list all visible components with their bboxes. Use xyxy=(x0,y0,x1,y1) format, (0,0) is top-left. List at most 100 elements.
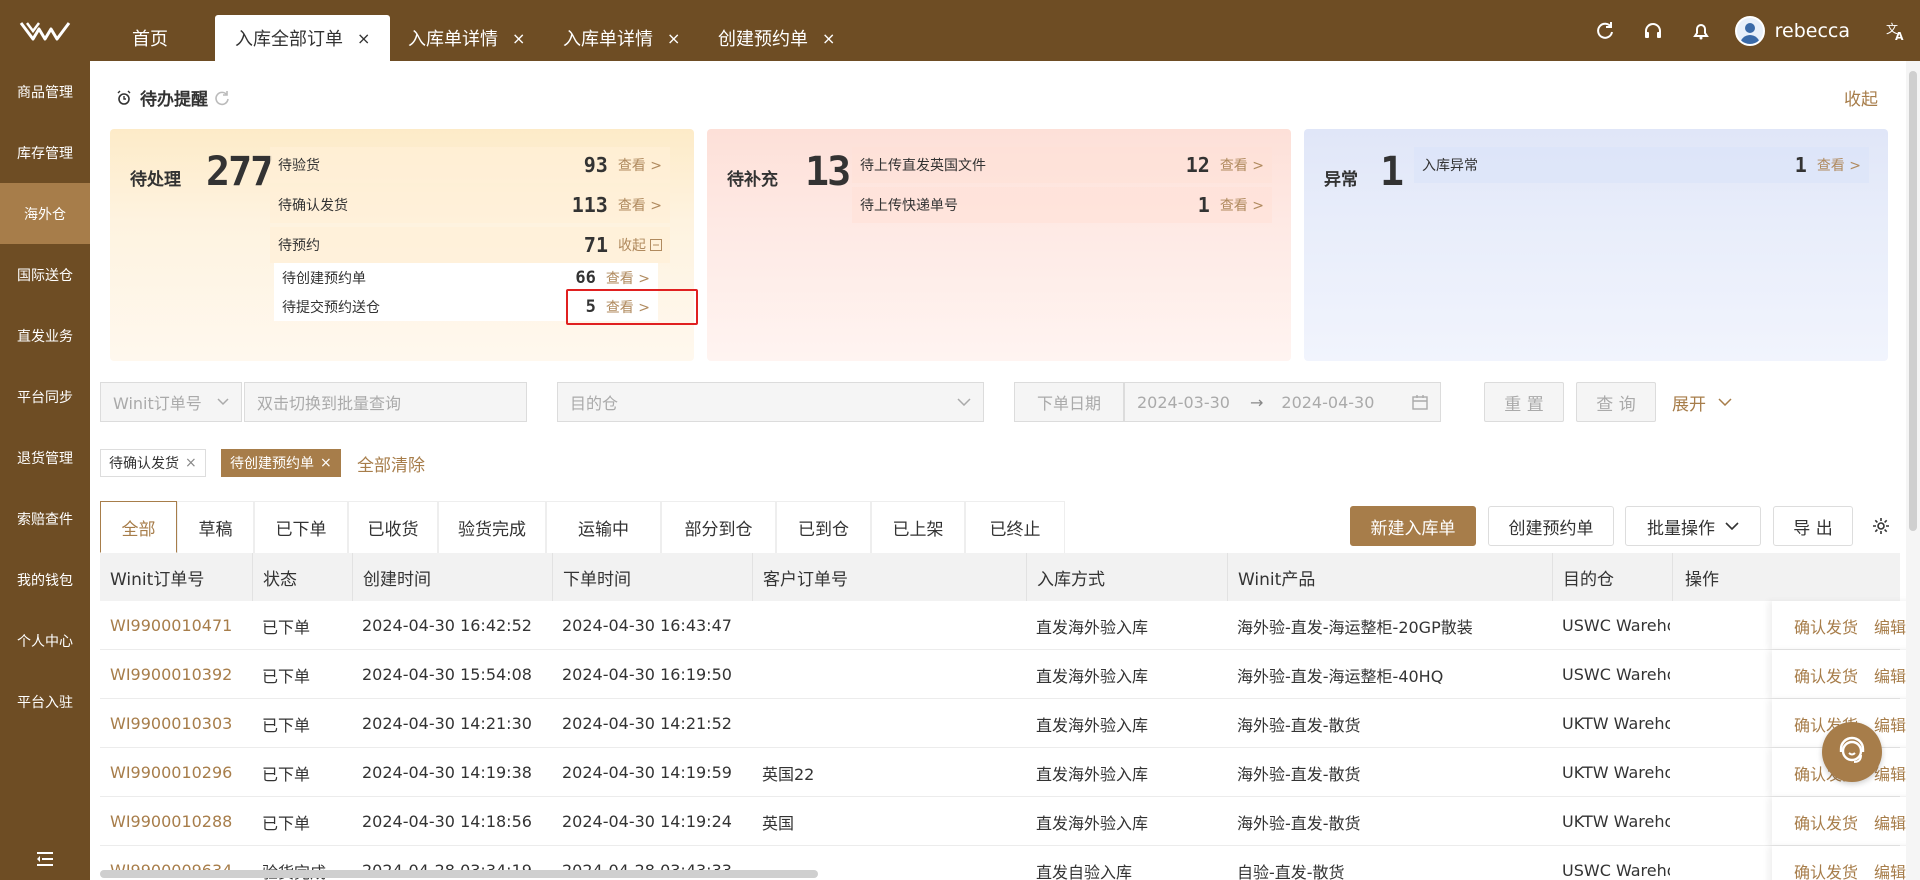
filter-tag-create-booking[interactable]: 待创建预约单 × xyxy=(221,449,341,477)
tab-0[interactable]: 首页 xyxy=(112,15,188,61)
reset-button[interactable]: 重 置 xyxy=(1484,382,1564,422)
row-count: 113 xyxy=(571,193,608,217)
view-link[interactable]: 查看 > xyxy=(1817,155,1861,175)
batch-query-input[interactable]: 双击切换到批量查询 xyxy=(244,382,527,422)
sidebar-item-8[interactable]: 我的钱包 xyxy=(0,549,90,610)
status-tab-3[interactable]: 已收货 xyxy=(348,501,438,553)
view-link[interactable]: 查看 > xyxy=(1220,195,1264,215)
translate-icon[interactable]: 文A xyxy=(1872,0,1920,61)
date-from[interactable]: 2024-03-30 xyxy=(1137,393,1230,412)
menu-collapse-icon[interactable] xyxy=(0,852,90,866)
logo-icon[interactable] xyxy=(0,0,90,61)
query-button[interactable]: 查 询 xyxy=(1576,382,1656,422)
top-bar: 首页 入库全部订单 × 入库单详情 × 入库单详情 × 创建预约单 × rebecca 文A xyxy=(0,0,1920,61)
refresh-icon[interactable] xyxy=(1581,0,1629,61)
edit-link[interactable]: 编辑 xyxy=(1874,650,1906,699)
table-row[interactable]: WI9900010288 已下单 2024-04-30 14:18:56 2024-0… xyxy=(100,797,1920,846)
view-link[interactable]: 查看 > xyxy=(618,155,662,175)
sidebar-item-7[interactable]: 索赔查件 xyxy=(0,488,90,549)
sidebar-item-2[interactable]: 海外仓 xyxy=(0,183,90,244)
view-link[interactable]: 查看 > xyxy=(618,195,662,215)
status-tab-6[interactable]: 部分到仓 xyxy=(661,501,776,553)
user-name[interactable]: rebecca xyxy=(1775,20,1850,42)
close-icon[interactable]: × xyxy=(667,29,680,48)
todo-row-booking[interactable]: 待预约 71 收起 xyxy=(270,227,670,263)
new-inbound-button[interactable]: 新建入库单 xyxy=(1350,506,1476,546)
todo-row-inspect[interactable]: 待验货 93 查看 > xyxy=(270,147,670,183)
status-tab-9[interactable]: 已终止 xyxy=(965,501,1065,553)
status-tab-7[interactable]: 已到仓 xyxy=(776,501,871,553)
tab-2[interactable]: 入库单详情 × xyxy=(388,15,545,61)
todo-row-tracking[interactable]: 待上传快递单号 1 查看 > xyxy=(852,187,1272,223)
cell-id[interactable]: WI9900010288 xyxy=(110,797,232,846)
table-row[interactable]: WI9900010296 已下单 2024-04-30 14:19:38 2024-0… xyxy=(100,748,1920,797)
confirm-ship-link[interactable]: 确认发货 xyxy=(1794,846,1858,880)
cell-product: 海外验-直发-海运整柜-40HQ xyxy=(1237,666,1444,686)
close-icon[interactable]: × xyxy=(185,455,197,471)
refresh-icon[interactable] xyxy=(214,90,230,106)
close-icon[interactable]: × xyxy=(512,29,525,48)
vertical-scrollbar[interactable] xyxy=(1906,61,1920,880)
sidebar-item-5[interactable]: 平台同步 xyxy=(0,366,90,427)
export-button[interactable]: 导 出 xyxy=(1773,506,1853,546)
sidebar-item-3[interactable]: 国际送仓 xyxy=(0,244,90,305)
warehouse-select[interactable]: 目的仓 xyxy=(557,382,984,422)
status-tab-0[interactable]: 全部 xyxy=(100,501,177,553)
customer-service-icon[interactable] xyxy=(1822,722,1882,782)
cell-id[interactable]: WI9900010303 xyxy=(110,699,232,748)
create-booking-button[interactable]: 创建预约单 xyxy=(1488,506,1614,546)
tab-4[interactable]: 创建预约单 × xyxy=(698,15,855,61)
todo-row-confirm[interactable]: 待确认发货 113 查看 > xyxy=(270,187,670,223)
status-tab-4[interactable]: 验货完成 xyxy=(438,501,546,553)
date-to[interactable]: 2024-04-30 xyxy=(1281,393,1374,412)
headset-icon[interactable] xyxy=(1629,0,1677,61)
filter-tag-confirm[interactable]: 待确认发货 × xyxy=(100,449,206,477)
todo-row-uk-files[interactable]: 待上传直发英国文件 12 查看 > xyxy=(852,147,1272,183)
calendar-icon[interactable] xyxy=(1412,394,1428,410)
status-tab-1[interactable]: 草稿 xyxy=(177,501,254,553)
sidebar-item-1[interactable]: 库存管理 xyxy=(0,122,90,183)
confirm-ship-link[interactable]: 确认发货 xyxy=(1794,797,1858,846)
sidebar-item-9[interactable]: 个人中心 xyxy=(0,610,90,671)
tab-1[interactable]: 入库全部订单 × xyxy=(215,15,391,61)
table-row[interactable]: WI9900010471 已下单 2024-04-30 16:42:52 2024-0… xyxy=(100,601,1920,650)
sidebar-item-10[interactable]: 平台入驻 xyxy=(0,671,90,732)
cell-id[interactable]: WI9900010296 xyxy=(110,748,232,797)
close-icon[interactable]: × xyxy=(320,455,332,471)
batch-ops-dropdown[interactable]: 批量操作 xyxy=(1625,506,1761,546)
gear-icon[interactable] xyxy=(1868,506,1894,546)
status-tab-2[interactable]: 已下单 xyxy=(254,501,348,553)
todo-collapse-link[interactable]: 收起 xyxy=(1844,85,1878,110)
cell-id[interactable]: WI9900010471 xyxy=(110,601,232,650)
status-tab-8[interactable]: 已上架 xyxy=(871,501,965,553)
horizontal-scrollbar[interactable] xyxy=(100,870,818,878)
minus-square-icon[interactable] xyxy=(650,239,662,251)
table-row[interactable]: WI9900010303 已下单 2024-04-30 14:21:30 2024-0… xyxy=(100,699,1920,748)
sidebar-item-4[interactable]: 直发业务 xyxy=(0,305,90,366)
cell-id[interactable]: WI9900010392 xyxy=(110,650,232,699)
bell-icon[interactable] xyxy=(1677,0,1725,61)
todo-row-exception[interactable]: 入库异常 1 查看 > xyxy=(1414,147,1869,183)
status-tab-5[interactable]: 运输中 xyxy=(546,501,661,553)
view-link[interactable]: 查看 > xyxy=(606,268,650,288)
close-icon[interactable]: × xyxy=(822,29,835,48)
sidebar-item-0[interactable]: 商品管理 xyxy=(0,61,90,122)
view-link[interactable]: 查看 > xyxy=(1220,155,1264,175)
tab-3[interactable]: 入库单详情 × xyxy=(543,15,700,61)
close-icon[interactable]: × xyxy=(357,29,370,48)
edit-link[interactable]: 编辑 xyxy=(1874,601,1906,650)
clear-all-link[interactable]: 全部清除 xyxy=(357,449,425,477)
collapse-link[interactable]: 收起 xyxy=(618,235,646,255)
edit-link[interactable]: 编辑 xyxy=(1874,797,1906,846)
avatar[interactable] xyxy=(1734,15,1765,46)
order-type-select[interactable]: Winit订单号 xyxy=(100,382,242,422)
confirm-ship-link[interactable]: 确认发货 xyxy=(1794,650,1858,699)
confirm-ship-link[interactable]: 确认发货 xyxy=(1794,601,1858,650)
table-row[interactable]: WI9900010392 已下单 2024-04-30 15:54:08 2024-0… xyxy=(100,650,1920,699)
sidebar-item-6[interactable]: 退货管理 xyxy=(0,427,90,488)
edit-link[interactable]: 编辑 xyxy=(1874,846,1906,880)
expand-toggle[interactable]: 展开 xyxy=(1672,382,1732,422)
date-range-picker[interactable]: 2024-03-30 → 2024-04-30 xyxy=(1124,382,1441,422)
row-count: 1 xyxy=(1794,153,1807,177)
todo-row-create-booking[interactable]: 待创建预约单 66 查看 > xyxy=(282,263,650,292)
